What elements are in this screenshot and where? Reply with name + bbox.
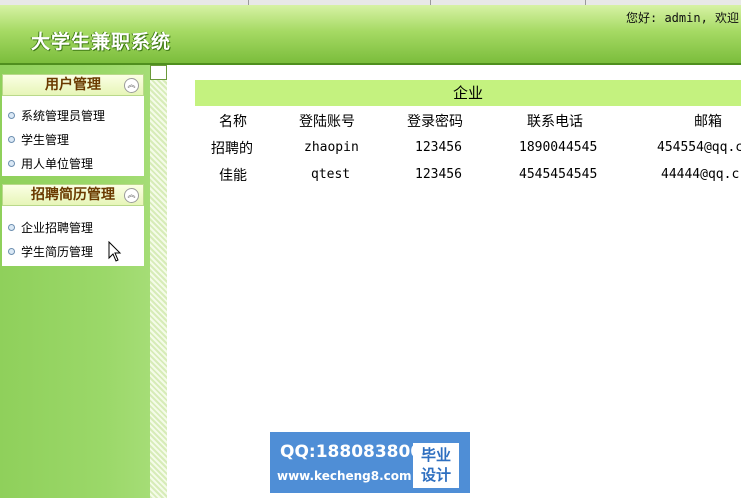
cell-password: 123456 [415,140,462,155]
table-caption: 企业 [195,80,741,106]
watermark-qq: QQ:188083800 [280,442,423,462]
watermark-banner: QQ:188083800 www.kecheng8.com 毕业 设计 [270,432,470,493]
cell-email: 454554@qq.c [657,140,741,155]
menu-item-student-resume[interactable]: 学生简历管理 [8,243,93,260]
menu-item-employer-management[interactable]: 用人单位管理 [8,155,93,172]
mouse-cursor-icon [108,241,122,262]
app-title: 大学生兼职系统 [31,31,172,53]
collapse-icon[interactable]: ︽ [124,188,139,203]
menu-item-label: 企业招聘管理 [21,221,94,235]
cell-account: zhaopin [304,140,359,155]
bullet-icon [8,160,15,167]
column-header-account: 登陆账号 [299,114,355,130]
cell-phone: 4545454545 [519,167,598,182]
cell-email: 44444@qq.c [661,167,740,182]
section-title: 招聘简历管理 [31,187,115,203]
bullet-icon [8,136,15,143]
menu-item-student-management[interactable]: 学生管理 [8,131,69,148]
cell-account: qtest [311,167,351,182]
menu-item-company-recruit[interactable]: 企业招聘管理 [8,219,93,236]
cell-phone: 1890044545 [519,140,598,155]
cell-password: 123456 [415,167,462,182]
badge-line: 毕业 [420,446,451,464]
collapse-icon[interactable]: ︽ [124,78,139,93]
section-title: 用户管理 [45,77,101,93]
column-header-phone: 联系电话 [527,114,583,130]
bullet-icon [8,248,15,255]
badge-line: 设计 [420,466,451,484]
cell-name: 佳能 [219,168,247,184]
section-body-user-management: 系统管理员管理 学生管理 用人单位管理 [2,96,144,176]
column-header-password: 登录密码 [407,114,463,130]
frame-toggle[interactable] [150,65,167,80]
watermark-badge: 毕业 设计 [413,443,459,488]
section-header-recruit-resume[interactable]: 招聘简历管理 ︽ [2,184,144,206]
frame-splitter[interactable] [150,80,167,498]
menu-item-label: 用人单位管理 [21,157,94,171]
bullet-icon [8,112,15,119]
app-header: 大学生兼职系统 您好: admin, 欢迎 [0,5,741,63]
column-header-email: 邮箱 [694,114,722,130]
section-body-recruit-resume: 企业招聘管理 学生简历管理 [2,206,144,266]
column-header-name: 名称 [219,114,247,130]
section-header-user-management[interactable]: 用户管理 ︽ [2,74,144,96]
watermark-url: www.kecheng8.com [277,469,412,483]
welcome-text: 您好: admin, 欢迎 [626,11,740,25]
bullet-icon [8,224,15,231]
menu-item-label: 学生简历管理 [21,245,94,259]
menu-item-admin-management[interactable]: 系统管理员管理 [8,107,105,124]
menu-item-label: 系统管理员管理 [21,109,106,123]
menu-item-label: 学生管理 [21,133,70,147]
cell-name: 招聘的 [211,141,253,157]
